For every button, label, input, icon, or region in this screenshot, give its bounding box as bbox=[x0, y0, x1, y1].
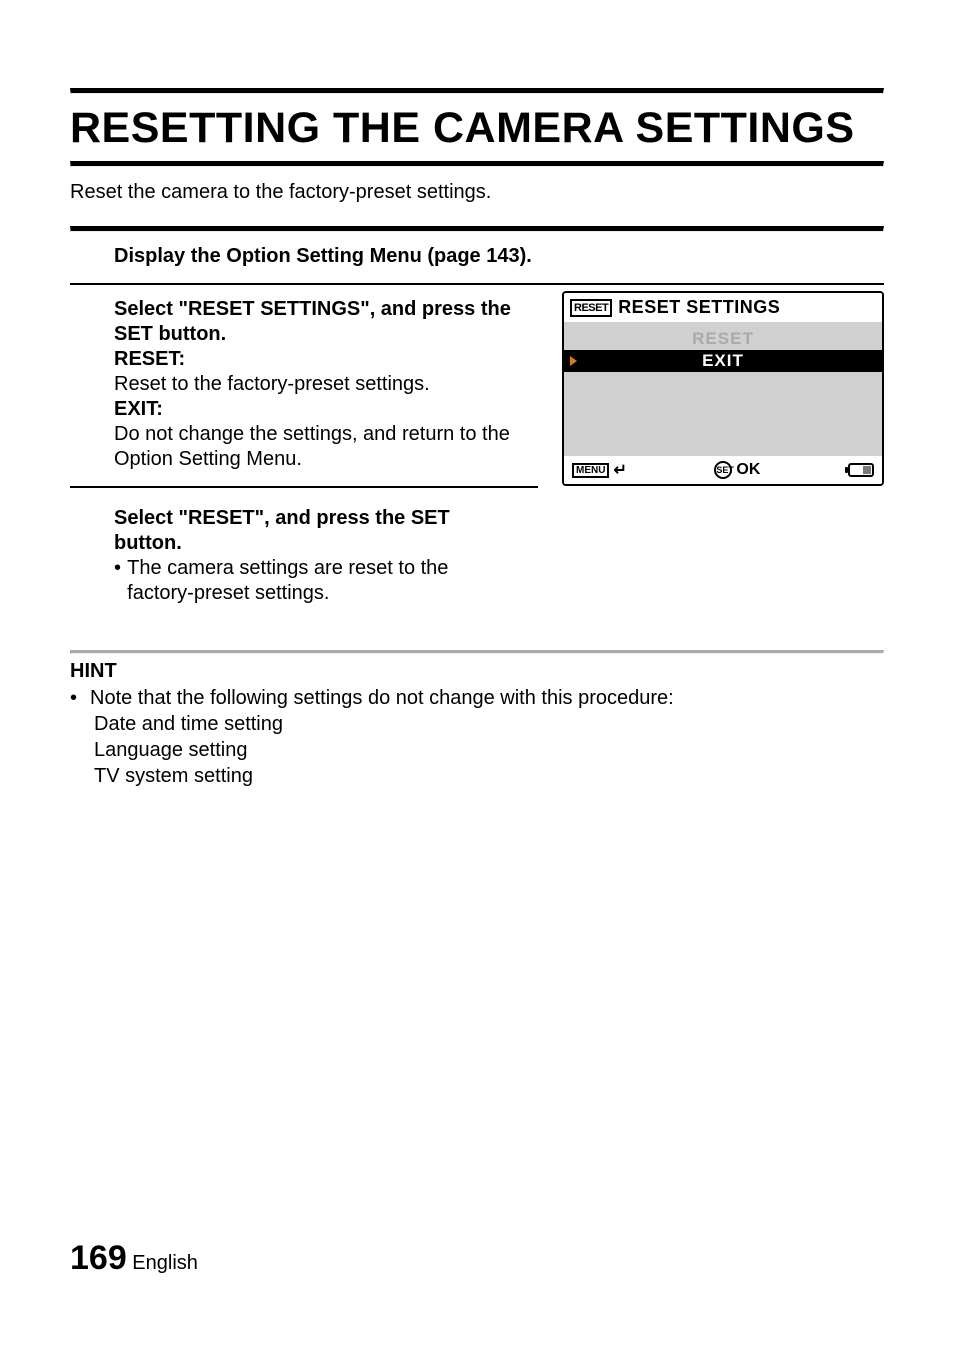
osd-item-exit-label: EXIT bbox=[702, 351, 744, 370]
step-3: Select "RESET", and press the SET button… bbox=[70, 488, 884, 620]
osd-panel: RESET RESET SETTINGS RESET EXIT MENU bbox=[562, 291, 884, 486]
osd-item-exit[interactable]: EXIT bbox=[564, 350, 882, 372]
page-title: RESETTING THE CAMERA SETTINGS bbox=[70, 94, 884, 161]
bullet-icon: • bbox=[114, 556, 127, 606]
battery-icon bbox=[848, 463, 874, 477]
step-2-row: Select "RESET SETTINGS", and press the S… bbox=[70, 285, 884, 488]
step-3-bullet-row: • The camera settings are reset to the f… bbox=[114, 556, 514, 606]
osd-item-blank-3 bbox=[564, 416, 882, 438]
osd-item-reset[interactable]: RESET bbox=[564, 328, 882, 350]
osd-footer-ok[interactable]: SET OK bbox=[714, 461, 760, 479]
osd-footer-battery bbox=[848, 463, 874, 477]
set-badge: SET bbox=[714, 461, 732, 479]
page-number: 169 bbox=[70, 1239, 127, 1277]
ok-label: OK bbox=[736, 461, 760, 479]
step-1: Display the Option Setting Menu (page 14… bbox=[70, 232, 884, 285]
page-language: English bbox=[132, 1252, 198, 1274]
osd-titlebar: RESET RESET SETTINGS bbox=[564, 293, 882, 322]
hint-item-2: Language setting bbox=[70, 737, 884, 763]
page-footer: 169 English bbox=[70, 1239, 198, 1278]
osd-item-blank-2 bbox=[564, 394, 882, 416]
osd-list: RESET EXIT bbox=[564, 322, 882, 456]
osd-title: RESET SETTINGS bbox=[618, 297, 780, 318]
hint-lead: Note that the following settings do not … bbox=[90, 685, 674, 711]
hint-body: • Note that the following settings do no… bbox=[70, 685, 884, 789]
step-3-instruction: Select "RESET", and press the SET button… bbox=[114, 506, 514, 556]
osd-item-reset-label: RESET bbox=[692, 329, 754, 348]
hint-lead-row: • Note that the following settings do no… bbox=[70, 685, 884, 711]
hint-bullet-icon: • bbox=[70, 685, 90, 711]
osd-footer: MENU ↵ SET OK bbox=[564, 456, 882, 484]
step-2-exit-desc: Do not change the settings, and return t… bbox=[114, 422, 538, 472]
step-2-reset-desc: Reset to the factory-preset settings. bbox=[114, 372, 538, 397]
osd-reset-badge: RESET bbox=[570, 299, 612, 317]
hint-item-3: TV system setting bbox=[70, 763, 884, 789]
step-2-reset-label: RESET: bbox=[114, 347, 538, 372]
cursor-icon bbox=[570, 356, 577, 366]
step-2-instruction: Select "RESET SETTINGS", and press the S… bbox=[114, 297, 538, 347]
hint-item-1: Date and time setting bbox=[70, 711, 884, 737]
intro-text: Reset the camera to the factory-preset s… bbox=[70, 167, 884, 226]
osd-item-blank-1 bbox=[564, 372, 882, 394]
hint-title: HINT bbox=[70, 654, 884, 685]
step-2-exit-label: EXIT: bbox=[114, 397, 538, 422]
osd-footer-menu[interactable]: MENU ↵ bbox=[572, 460, 627, 480]
step-3-bullet-text: The camera settings are reset to the fac… bbox=[127, 556, 514, 606]
step-1-text: Display the Option Setting Menu (page 14… bbox=[114, 245, 532, 267]
return-icon: ↵ bbox=[613, 460, 626, 480]
menu-badge: MENU bbox=[572, 463, 609, 478]
